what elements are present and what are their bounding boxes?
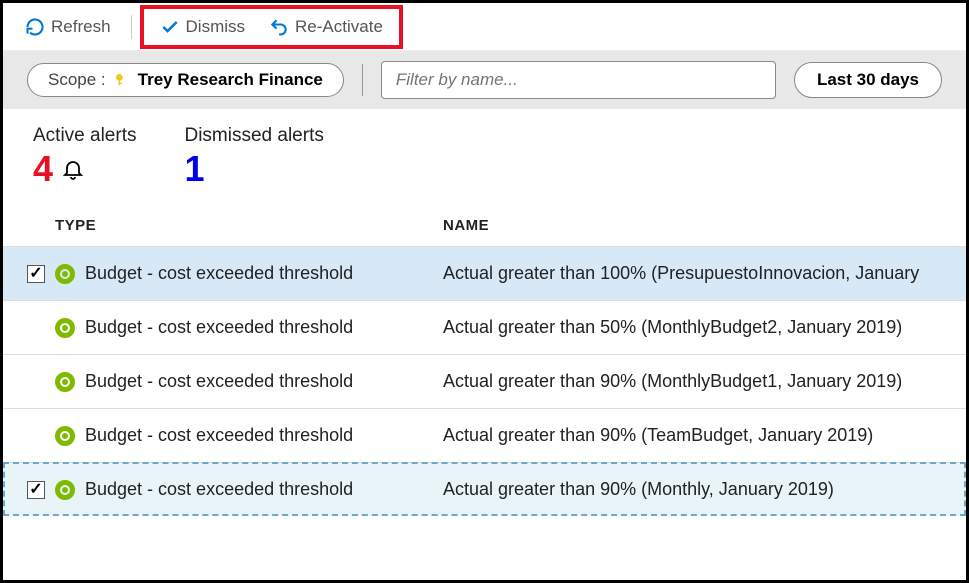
budget-icon bbox=[55, 318, 75, 338]
name-cell: Actual greater than 90% (TeamBudget, Jan… bbox=[443, 425, 952, 446]
type-text: Budget - cost exceeded threshold bbox=[85, 371, 353, 392]
table-header: TYPE NAME bbox=[3, 197, 966, 246]
table-row[interactable]: Budget - cost exceeded threshold Actual g… bbox=[3, 300, 966, 354]
bell-icon bbox=[61, 157, 85, 181]
type-text: Budget - cost exceeded threshold bbox=[85, 317, 353, 338]
type-cell: Budget - cost exceeded threshold bbox=[55, 425, 443, 446]
type-text: Budget - cost exceeded threshold bbox=[85, 479, 353, 500]
checkbox[interactable] bbox=[27, 481, 45, 499]
reactivate-label: Re-Activate bbox=[295, 17, 383, 37]
row-checkbox-cell[interactable] bbox=[17, 481, 55, 499]
scope-pill[interactable]: Scope : Trey Research Finance bbox=[27, 63, 344, 97]
type-text: Budget - cost exceeded threshold bbox=[85, 425, 353, 446]
table-row[interactable]: Budget - cost exceeded threshold Actual g… bbox=[3, 462, 966, 516]
type-header[interactable]: TYPE bbox=[55, 217, 443, 234]
type-cell: Budget - cost exceeded threshold bbox=[55, 317, 443, 338]
dismiss-label: Dismiss bbox=[186, 17, 246, 37]
name-cell: Actual greater than 90% (Monthly, Januar… bbox=[443, 479, 952, 500]
dismiss-button[interactable]: Dismiss bbox=[148, 11, 258, 43]
key-icon bbox=[114, 72, 130, 88]
active-alerts-label: Active alerts bbox=[33, 125, 136, 147]
type-cell: Budget - cost exceeded threshold bbox=[55, 371, 443, 392]
toolbar-separator bbox=[131, 15, 132, 39]
budget-icon bbox=[55, 480, 75, 500]
budget-icon bbox=[55, 264, 75, 284]
filter-bar: Scope : Trey Research Finance Last 30 da… bbox=[3, 51, 966, 109]
type-cell: Budget - cost exceeded threshold bbox=[55, 263, 443, 284]
budget-icon bbox=[55, 426, 75, 446]
refresh-label: Refresh bbox=[51, 17, 111, 37]
row-checkbox-cell[interactable] bbox=[17, 265, 55, 283]
dismissed-alerts-count: 1 bbox=[184, 151, 323, 187]
name-header[interactable]: NAME bbox=[443, 217, 936, 234]
undo-icon bbox=[269, 17, 289, 37]
type-text: Budget - cost exceeded threshold bbox=[85, 263, 353, 284]
reactivate-button[interactable]: Re-Activate bbox=[257, 11, 395, 43]
dismissed-alerts-block: Dismissed alerts 1 bbox=[184, 125, 323, 187]
toolbar: Refresh Dismiss Re-Activate bbox=[3, 3, 966, 51]
filter-name-input[interactable] bbox=[381, 61, 776, 99]
table-row[interactable]: Budget - cost exceeded threshold Actual g… bbox=[3, 408, 966, 462]
active-alerts-count: 4 bbox=[33, 151, 53, 187]
type-cell: Budget - cost exceeded threshold bbox=[55, 479, 443, 500]
scope-value: Trey Research Finance bbox=[138, 70, 323, 90]
refresh-button[interactable]: Refresh bbox=[13, 11, 123, 43]
checkbox[interactable] bbox=[27, 265, 45, 283]
dismissed-alerts-label: Dismissed alerts bbox=[184, 125, 323, 147]
checkmark-icon bbox=[160, 17, 180, 37]
table-row[interactable]: Budget - cost exceeded threshold Actual g… bbox=[3, 246, 966, 300]
name-cell: Actual greater than 50% (MonthlyBudget2,… bbox=[443, 317, 952, 338]
filter-separator bbox=[362, 64, 363, 96]
table-row[interactable]: Budget - cost exceeded threshold Actual g… bbox=[3, 354, 966, 408]
stats-row: Active alerts 4 Dismissed alerts 1 bbox=[3, 109, 966, 197]
dismiss-reactivate-highlight: Dismiss Re-Activate bbox=[140, 5, 403, 49]
active-alerts-block: Active alerts 4 bbox=[33, 125, 136, 187]
date-range-pill[interactable]: Last 30 days bbox=[794, 62, 942, 98]
name-cell: Actual greater than 90% (MonthlyBudget1,… bbox=[443, 371, 952, 392]
refresh-icon bbox=[25, 17, 45, 37]
scope-label: Scope : bbox=[48, 70, 106, 90]
alerts-table-body: Budget - cost exceeded threshold Actual g… bbox=[3, 246, 966, 516]
name-cell: Actual greater than 100% (PresupuestoInn… bbox=[443, 263, 952, 284]
budget-icon bbox=[55, 372, 75, 392]
